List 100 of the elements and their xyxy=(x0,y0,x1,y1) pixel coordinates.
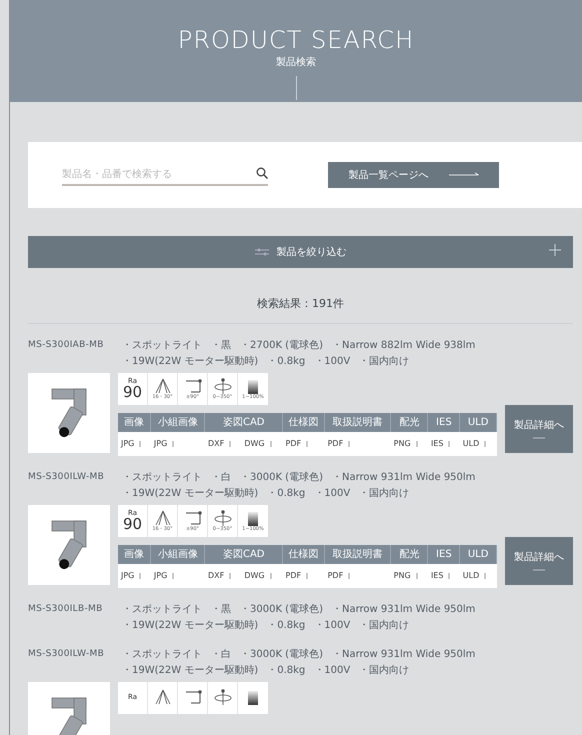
spec-tag: ・スポットライト xyxy=(122,646,202,662)
rotation-icon xyxy=(212,378,232,394)
plus-icon xyxy=(549,244,561,256)
download-link[interactable]: IES xyxy=(430,570,452,582)
product-detail-button[interactable]: 製品詳細へ xyxy=(505,536,573,584)
download-link[interactable]: PDF xyxy=(328,438,352,450)
download-icon xyxy=(138,572,142,578)
spec-tag: ・国内向け xyxy=(359,486,410,500)
download-link[interactable]: DXF xyxy=(208,570,232,582)
ra-value: 90 xyxy=(122,384,142,400)
spec-tag: ・Narrow 882lm Wide 938lm xyxy=(332,338,476,352)
download-icon xyxy=(414,440,419,446)
spec-tag: ・0.8kg xyxy=(267,662,306,678)
spec-tag: ・黒 xyxy=(211,338,231,352)
search-icon xyxy=(256,167,268,179)
dash-icon xyxy=(533,569,545,571)
spec-tag: ・3000K (電球色) xyxy=(240,602,323,616)
download-icon xyxy=(347,440,352,446)
model-number[interactable]: MS-S300IAB-MB xyxy=(28,338,114,368)
download-link[interactable]: DWG xyxy=(244,438,273,450)
spec-tag: ・Narrow 931lm Wide 950lm xyxy=(332,646,476,662)
column-header: ULD xyxy=(460,412,496,432)
spec-tag: ・2700K (電球色) xyxy=(240,338,323,352)
download-link[interactable]: JPG xyxy=(154,570,176,582)
column-header: 取扱説明書 xyxy=(324,544,391,564)
ra-value: 90 xyxy=(122,516,142,532)
spec-tag: ・スポットライト xyxy=(122,602,202,616)
download-icon xyxy=(228,440,232,446)
spec-tag: ・19W(22W モーター駆動時) xyxy=(122,354,258,368)
spec-tag: ・Narrow 931lm Wide 950lm xyxy=(332,602,476,616)
product-detail-button[interactable]: 製品詳細へ xyxy=(505,404,573,452)
rotation-icon xyxy=(212,510,232,526)
download-icon xyxy=(347,572,352,578)
column-header: 画像 xyxy=(118,412,151,432)
spec-tag: ・0.8kg xyxy=(267,618,306,632)
download-link[interactable]: DWG xyxy=(244,570,273,582)
filter-bar[interactable]: 製品を絞り込む xyxy=(28,236,573,268)
download-icon xyxy=(447,440,452,446)
search-field[interactable]: 製品名・品番で検索する xyxy=(62,164,268,186)
product-photo[interactable] xyxy=(28,504,110,584)
model-number[interactable]: MS-S300ILW-MB xyxy=(28,470,114,500)
download-icon xyxy=(447,572,452,578)
page-title: PRODUCT SEARCH xyxy=(176,26,416,55)
download-link[interactable]: JPG xyxy=(154,438,176,450)
product-list-button[interactable]: 製品一覧ページへ xyxy=(328,162,499,188)
download-icon xyxy=(228,572,232,578)
spec-tag: ・Narrow 931lm Wide 950lm xyxy=(332,470,476,484)
spec-tag: ・国内向け xyxy=(359,354,410,368)
spec-tag: ・100V xyxy=(314,618,350,632)
download-icon xyxy=(483,440,488,446)
dash-icon xyxy=(533,437,545,439)
column-header: 取扱説明書 xyxy=(324,412,391,432)
spec-tag: ・19W(22W モーター駆動時) xyxy=(122,662,258,678)
column-header: 小組画像 xyxy=(150,412,205,432)
spec-tag: ・19W(22W モーター駆動時) xyxy=(122,486,258,500)
column-header: 姿図CAD xyxy=(204,544,283,564)
column-header: 配光 xyxy=(390,544,428,564)
column-header: 小組画像 xyxy=(150,544,205,564)
download-icon xyxy=(483,572,488,578)
download-link[interactable]: PDF xyxy=(286,570,310,582)
model-number[interactable]: MS-S300ILB-MB xyxy=(28,602,114,632)
beam-angle-icon xyxy=(152,510,172,526)
result-count: 検索結果：191件 xyxy=(28,296,573,324)
download-link[interactable]: IES xyxy=(430,438,452,450)
column-header: IES xyxy=(428,544,460,564)
spec-tag: ・スポットライト xyxy=(122,470,202,484)
download-link[interactable]: PNG xyxy=(394,570,419,582)
download-icon xyxy=(305,440,310,446)
download-icon xyxy=(414,572,419,578)
model-number[interactable]: MS-S300ILW-MB xyxy=(28,646,114,678)
download-icon xyxy=(268,440,273,446)
spec-tag: ・100V xyxy=(314,662,350,678)
spec-tag: ・国内向け xyxy=(359,618,410,632)
download-icon xyxy=(171,572,176,578)
download-link[interactable]: JPG xyxy=(121,438,142,450)
download-link[interactable]: PNG xyxy=(394,438,419,450)
column-header: 画像 xyxy=(118,544,151,564)
column-header: 姿図CAD xyxy=(204,412,283,432)
beam-angle-icon xyxy=(152,378,172,394)
product-photo[interactable] xyxy=(28,372,110,452)
download-link[interactable]: ULD xyxy=(462,570,488,582)
rotation-icon xyxy=(212,689,232,706)
download-icon xyxy=(305,572,310,578)
spec-tag: ・白 xyxy=(211,646,231,662)
beam-angle-icon xyxy=(152,689,172,706)
arrow-icon xyxy=(448,172,478,178)
spec-tag: ・3000K (電球色) xyxy=(240,470,323,484)
download-link[interactable]: PDF xyxy=(328,570,352,582)
spec-tag: ・スポットライト xyxy=(122,338,202,352)
download-icon xyxy=(138,440,142,446)
download-link[interactable]: PDF xyxy=(286,438,310,450)
download-link[interactable]: DXF xyxy=(208,438,232,450)
download-link[interactable]: ULD xyxy=(462,438,488,450)
column-header: 仕様図 xyxy=(282,412,325,432)
download-link[interactable]: JPG xyxy=(121,570,142,582)
spec-tag: ・100V xyxy=(314,354,350,368)
page-subtitle: 製品検索 xyxy=(275,56,317,70)
download-icon xyxy=(171,440,176,446)
column-header: IES xyxy=(428,412,460,432)
spec-tag: ・黒 xyxy=(211,602,231,616)
